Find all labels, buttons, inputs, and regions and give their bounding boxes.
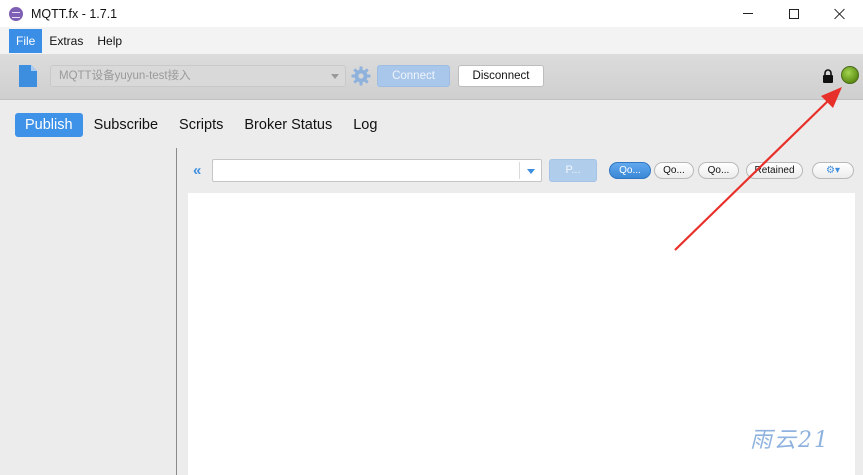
window-title: MQTT.fx - 1.7.1 xyxy=(31,6,118,21)
topic-input[interactable] xyxy=(212,159,542,182)
profile-value: MQTT设备yuyun-test接入 xyxy=(59,70,191,82)
connect-button[interactable]: Connect xyxy=(377,65,450,87)
watermark: 雨云21 xyxy=(750,428,830,453)
topics-history-panel xyxy=(0,148,177,475)
close-icon xyxy=(834,8,846,20)
double-chevron-left-icon[interactable]: « xyxy=(193,162,201,179)
tab-broker-status[interactable]: Broker Status xyxy=(234,113,342,137)
tab-log[interactable]: Log xyxy=(343,113,387,137)
tab-subscribe[interactable]: Subscribe xyxy=(84,113,168,137)
window-controls xyxy=(725,0,863,27)
retained-toggle[interactable]: Retained xyxy=(746,162,803,179)
maximize-icon xyxy=(789,8,799,19)
tab-publish[interactable]: Publish xyxy=(15,113,83,137)
connection-profile-select[interactable]: MQTT设备yuyun-test接入 xyxy=(50,65,346,87)
menu-extras[interactable]: Extras xyxy=(42,29,90,53)
tab-scripts[interactable]: Scripts xyxy=(169,113,233,137)
publish-button[interactable]: P... xyxy=(549,159,597,182)
combo-divider xyxy=(519,162,520,179)
minimize-button[interactable] xyxy=(725,0,771,27)
lock-icon xyxy=(823,69,833,83)
chevron-down-icon[interactable] xyxy=(527,169,535,174)
connection-status-indicator xyxy=(841,66,859,84)
menu-bar: File Extras Help xyxy=(0,27,863,54)
gear-icon[interactable] xyxy=(351,66,371,86)
title-bar: MQTT.fx - 1.7.1 xyxy=(0,0,863,27)
main-tabs: Publish Subscribe Scripts Broker Status … xyxy=(15,112,388,138)
maximize-button[interactable] xyxy=(771,0,817,27)
minimize-icon xyxy=(743,13,753,14)
close-button[interactable] xyxy=(817,0,863,27)
connection-toolbar: MQTT设备yuyun-test接入 Connect Disconnect xyxy=(0,54,863,100)
disconnect-button[interactable]: Disconnect xyxy=(458,65,544,87)
qos1-button[interactable]: Qo... xyxy=(654,162,694,179)
publish-settings-button[interactable]: ⚙▾ xyxy=(812,162,854,179)
qos2-button[interactable]: Qo... xyxy=(698,162,739,179)
qos0-button[interactable]: Qo... xyxy=(609,162,651,179)
app-icon xyxy=(9,6,23,21)
menu-file[interactable]: File xyxy=(9,28,43,53)
document-icon[interactable] xyxy=(18,64,38,88)
chevron-down-icon xyxy=(331,74,339,79)
menu-help[interactable]: Help xyxy=(90,29,129,53)
